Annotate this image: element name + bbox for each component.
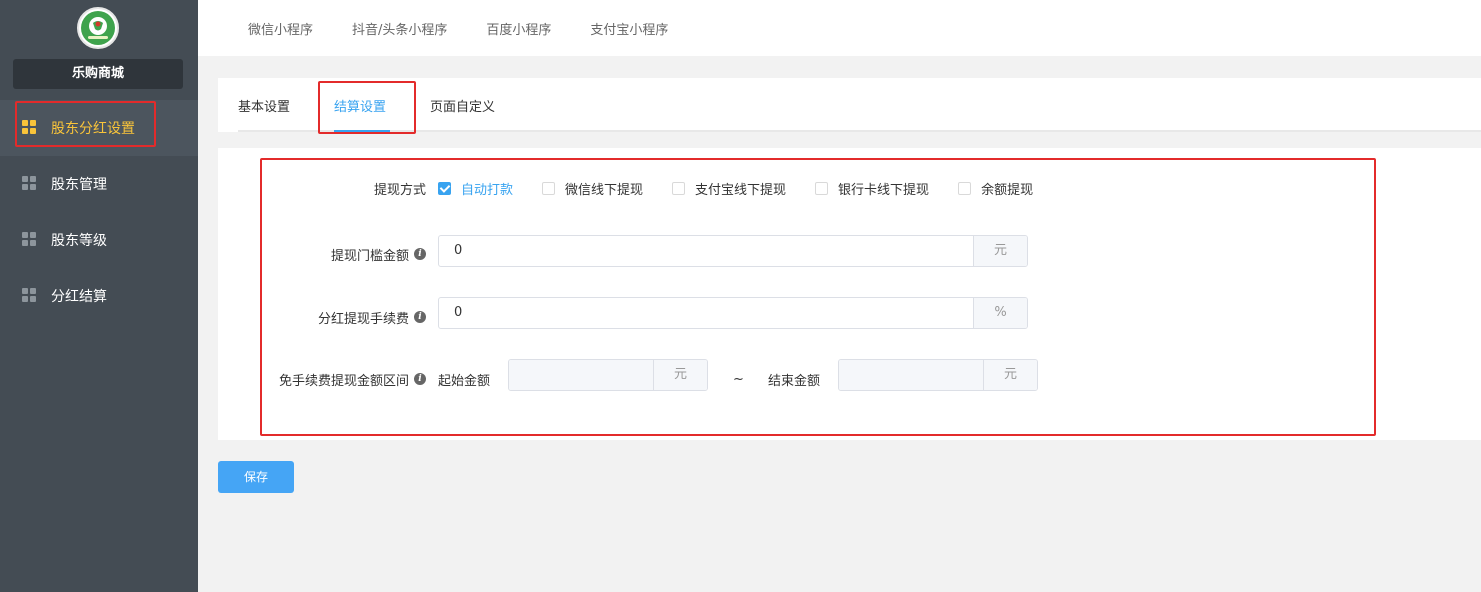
sidebar-item-shareholder-management[interactable]: 股东管理 [0,156,198,212]
sidebar-item-shareholder-level[interactable]: 股东等级 [0,212,198,268]
grid-icon [22,176,38,192]
save-button[interactable]: 保存 [218,461,294,493]
logo-emblem-icon [81,11,115,45]
tab-baidu[interactable]: 百度小程序 [486,19,551,38]
sidebar-item-label: 股东管理 [51,177,107,193]
tab-wechat[interactable]: 微信小程序 [248,19,313,38]
sidebar-item-label: 分红结算 [51,289,107,305]
sidebar: 乐购商城 股东分红设置 股东管理 股东等级 分红结算 [0,0,198,592]
sidebar-item-label: 股东等级 [51,233,107,249]
annotation-box-form [260,158,1376,436]
tab-douyin[interactable]: 抖音/头条小程序 [352,19,447,38]
tab-alipay[interactable]: 支付宝小程序 [590,19,668,38]
grid-icon [22,288,38,304]
sidebar-item-dividend-settlement[interactable]: 分红结算 [0,268,198,324]
tab-basic-settings[interactable]: 基本设置 [238,96,290,115]
annotation-box-sidebar [15,101,156,147]
platform-tabs: 微信小程序 抖音/头条小程序 百度小程序 支付宝小程序 [198,0,1481,56]
annotation-box-tab [318,81,416,134]
grid-icon [22,232,38,248]
tabs-divider [238,130,1481,132]
store-logo [77,7,119,49]
store-name: 乐购商城 [13,59,183,89]
tab-page-custom[interactable]: 页面自定义 [430,96,495,115]
